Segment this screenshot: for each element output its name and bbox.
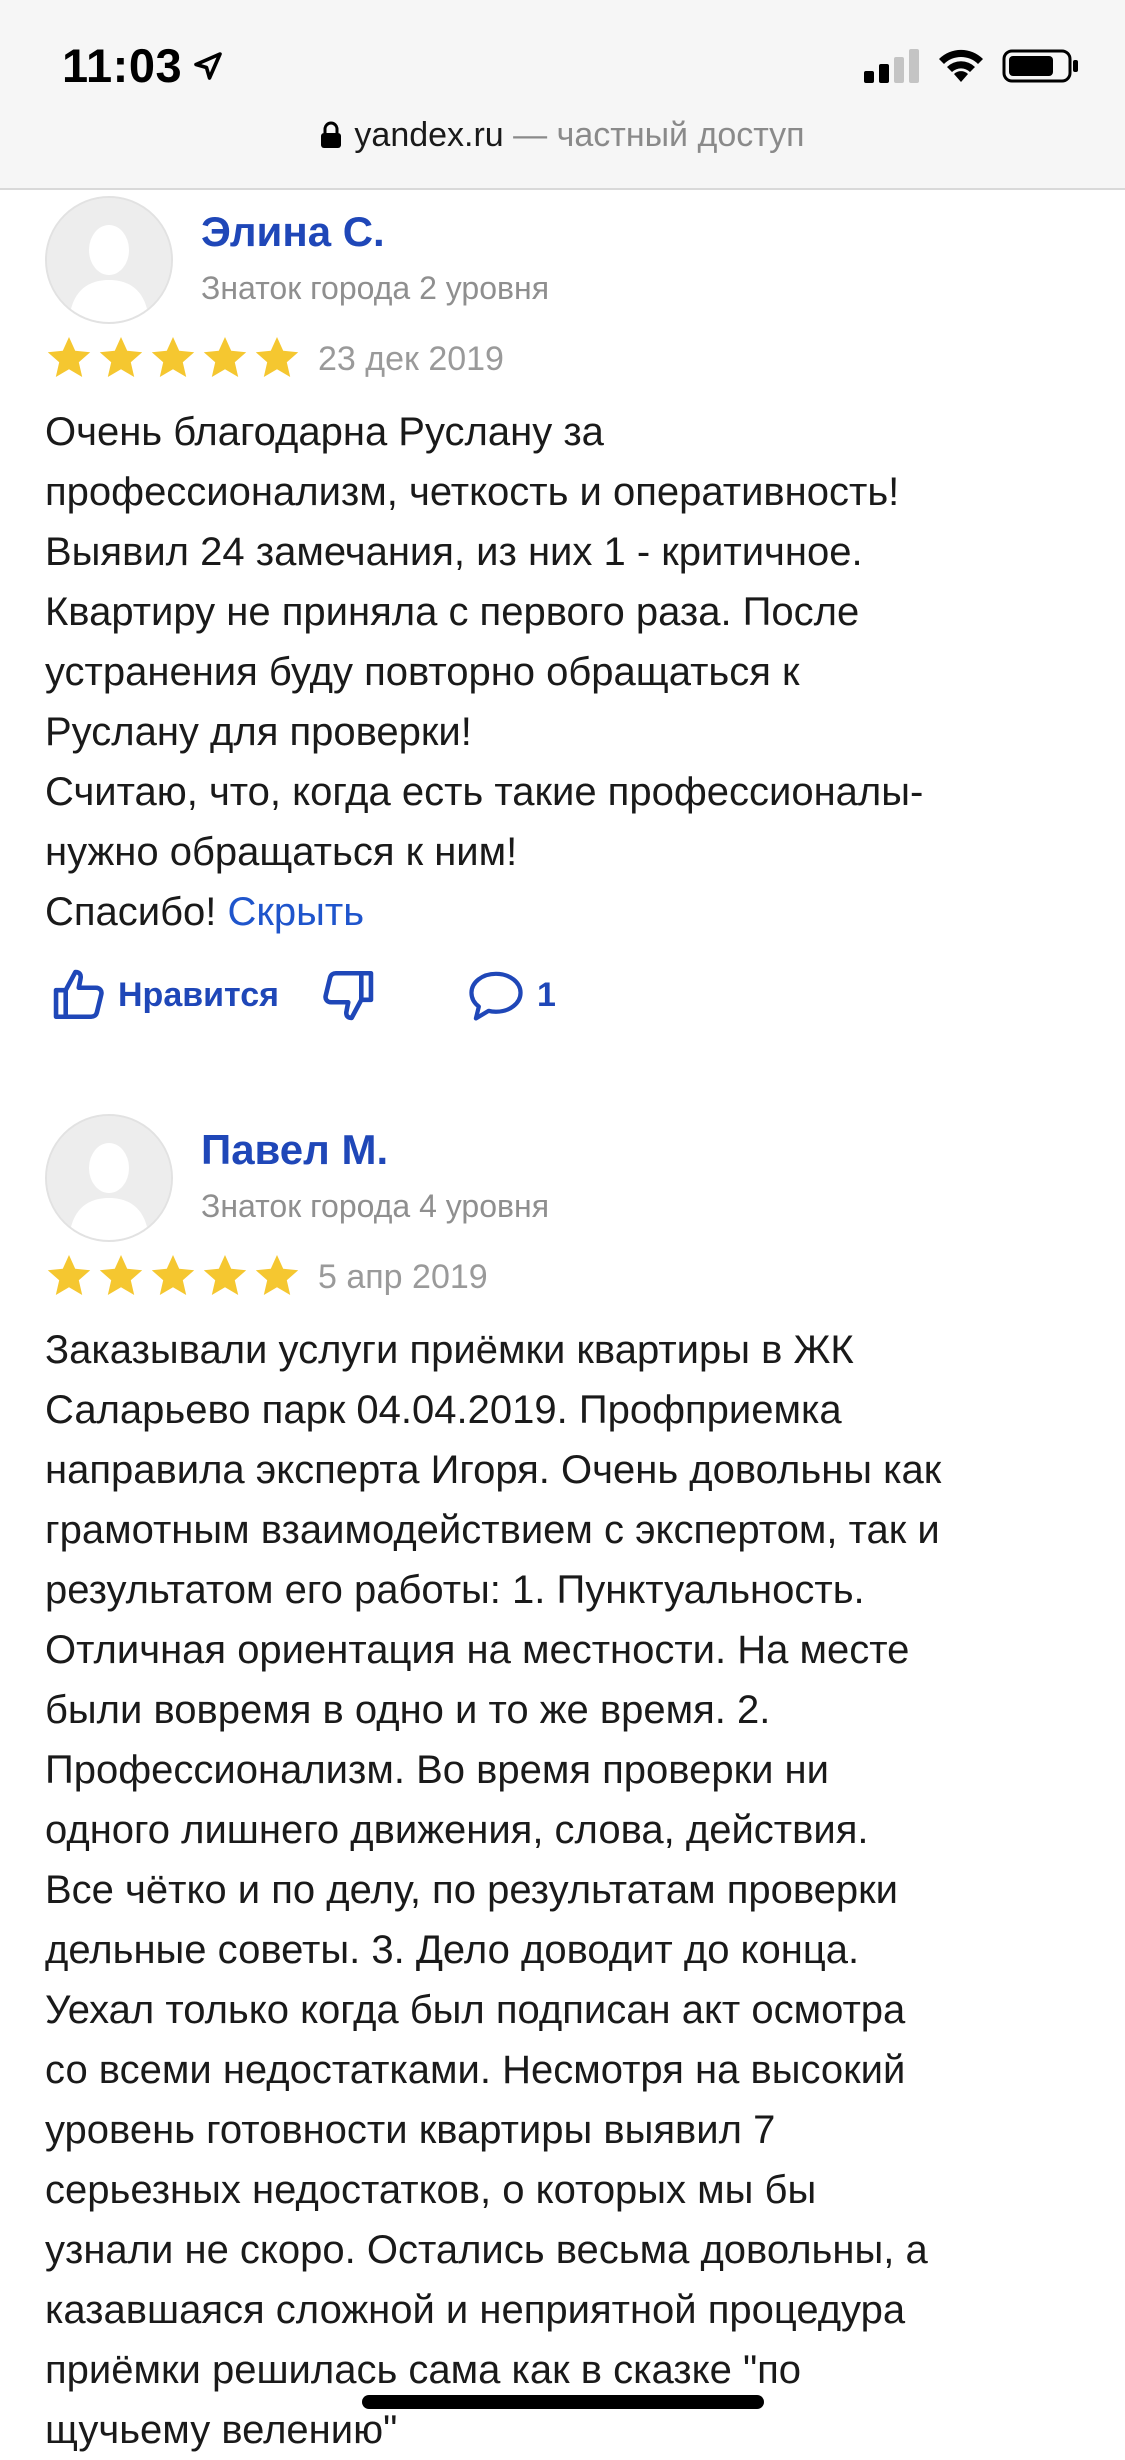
star-icon <box>47 337 91 377</box>
author-name[interactable]: Элина С. <box>201 208 385 256</box>
wifi-icon <box>939 49 983 82</box>
star-icon <box>255 337 299 377</box>
thumbs-up-icon <box>53 969 104 1020</box>
review-date: 5 апр 2019 <box>318 1258 488 1296</box>
star-icon <box>151 337 195 377</box>
review-actions: Нравится 1 <box>50 966 556 1024</box>
review-text-body: Заказывали услуги приёмки квартиры в ЖК … <box>45 1328 942 2452</box>
avatar-placeholder-icon <box>47 1116 171 1240</box>
comment-bubble-icon <box>469 971 523 1021</box>
battery-icon <box>1002 49 1078 83</box>
star-icon <box>203 337 247 377</box>
lock-icon <box>321 121 342 148</box>
avatar[interactable] <box>45 196 173 324</box>
star-icon <box>255 1255 299 1295</box>
avatar[interactable] <box>45 1114 173 1242</box>
star-icon <box>99 337 143 377</box>
star-icon <box>203 1255 247 1295</box>
review-text: Заказывали услуги приёмки квартиры в ЖК … <box>45 1320 1095 2460</box>
dislike-button[interactable] <box>319 966 377 1024</box>
author-level: Знаток города 2 уровня <box>201 270 550 306</box>
browser-header: 11:03 yandex.ru — частный доступ <box>0 0 1125 190</box>
like-button[interactable]: Нравится <box>50 966 279 1024</box>
author-name[interactable]: Павел М. <box>201 1126 388 1174</box>
author-level: Знаток города 4 уровня <box>201 1188 550 1224</box>
status-time: 11:03 <box>62 38 226 93</box>
review-text: Очень благодарна Руслану за профессионал… <box>45 402 1095 942</box>
rating-stars <box>44 1252 302 1300</box>
review-date: 23 дек 2019 <box>318 340 504 378</box>
address-privacy-label: — частный доступ <box>503 116 805 154</box>
address-domain: yandex.ru <box>354 116 504 154</box>
status-indicators <box>864 48 1080 84</box>
hide-text-link[interactable]: Скрыть <box>228 890 365 934</box>
home-indicator[interactable] <box>362 2395 764 2409</box>
review-text-body: Очень благодарна Руслану за профессионал… <box>45 410 924 934</box>
avatar-placeholder-icon <box>47 198 171 322</box>
address-bar[interactable]: yandex.ru — частный доступ <box>0 116 1125 155</box>
location-arrow-icon <box>194 51 222 80</box>
thumbs-down-icon <box>323 970 374 1021</box>
rating-stars <box>44 334 302 382</box>
comments-count: 1 <box>537 975 556 1014</box>
like-label: Нравится <box>118 975 279 1014</box>
cellular-signal-icon <box>864 49 919 83</box>
star-icon <box>47 1255 91 1295</box>
comments-button[interactable]: 1 <box>467 968 556 1022</box>
status-time-text: 11:03 <box>62 39 183 92</box>
star-icon <box>99 1255 143 1295</box>
star-icon <box>151 1255 195 1295</box>
